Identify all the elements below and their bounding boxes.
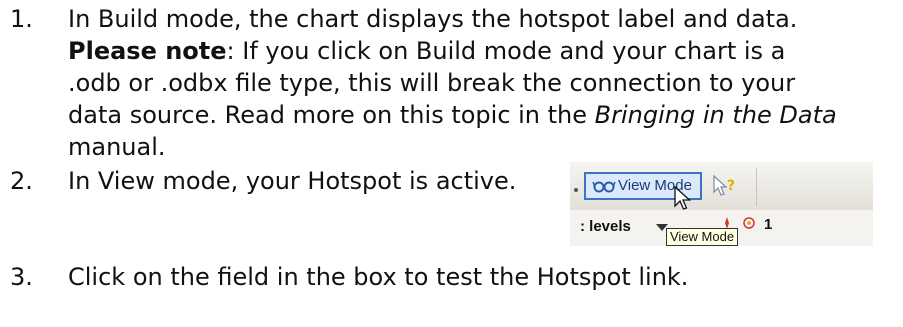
item-1-number: 1. xyxy=(10,5,33,33)
manual-title: Bringing in the Data xyxy=(594,101,837,129)
item-1-line-4-text: data source. Read more on this topic in … xyxy=(68,101,595,129)
item-2-number: 2. xyxy=(10,167,33,195)
levels-row: : levels 1 View Mode xyxy=(570,210,873,246)
mouse-pointer-icon xyxy=(674,186,692,210)
target-icon xyxy=(743,217,755,229)
toolbar-grip xyxy=(574,188,578,192)
item-1-line-4: data source. Read more on this topic in … xyxy=(68,100,837,130)
item-3-text: Click on the field in the box to test th… xyxy=(68,263,689,291)
please-note-label: Please note xyxy=(68,37,227,65)
item-1-line-5: manual. xyxy=(68,133,166,161)
item-3-number: 3. xyxy=(10,263,33,291)
note-text: : If you click on Build mode and your ch… xyxy=(226,37,786,65)
toolbar-screenshot: View Mode ? : levels 1 View Mode xyxy=(570,162,873,246)
toolbar-row: View Mode ? xyxy=(570,162,873,211)
view-mode-tooltip: View Mode xyxy=(666,228,739,246)
item-1-line-1: In Build mode, the chart displays the ho… xyxy=(68,5,798,33)
view-mode-glasses-icon xyxy=(592,181,616,193)
instruction-list: 1. In Build mode, the chart displays the… xyxy=(0,0,903,327)
item-1-line-2: Please note: If you click on Build mode … xyxy=(68,36,785,66)
item-2-text: In View mode, your Hotspot is active. xyxy=(68,167,517,195)
help-icon[interactable]: ? xyxy=(710,172,738,200)
partial-number: 1 xyxy=(764,216,773,233)
item-1-line-3: .odb or .odbx file type, this will break… xyxy=(68,69,796,97)
toolbar-separator xyxy=(756,168,757,206)
levels-label: : levels xyxy=(580,218,631,235)
svg-text:?: ? xyxy=(727,178,735,194)
